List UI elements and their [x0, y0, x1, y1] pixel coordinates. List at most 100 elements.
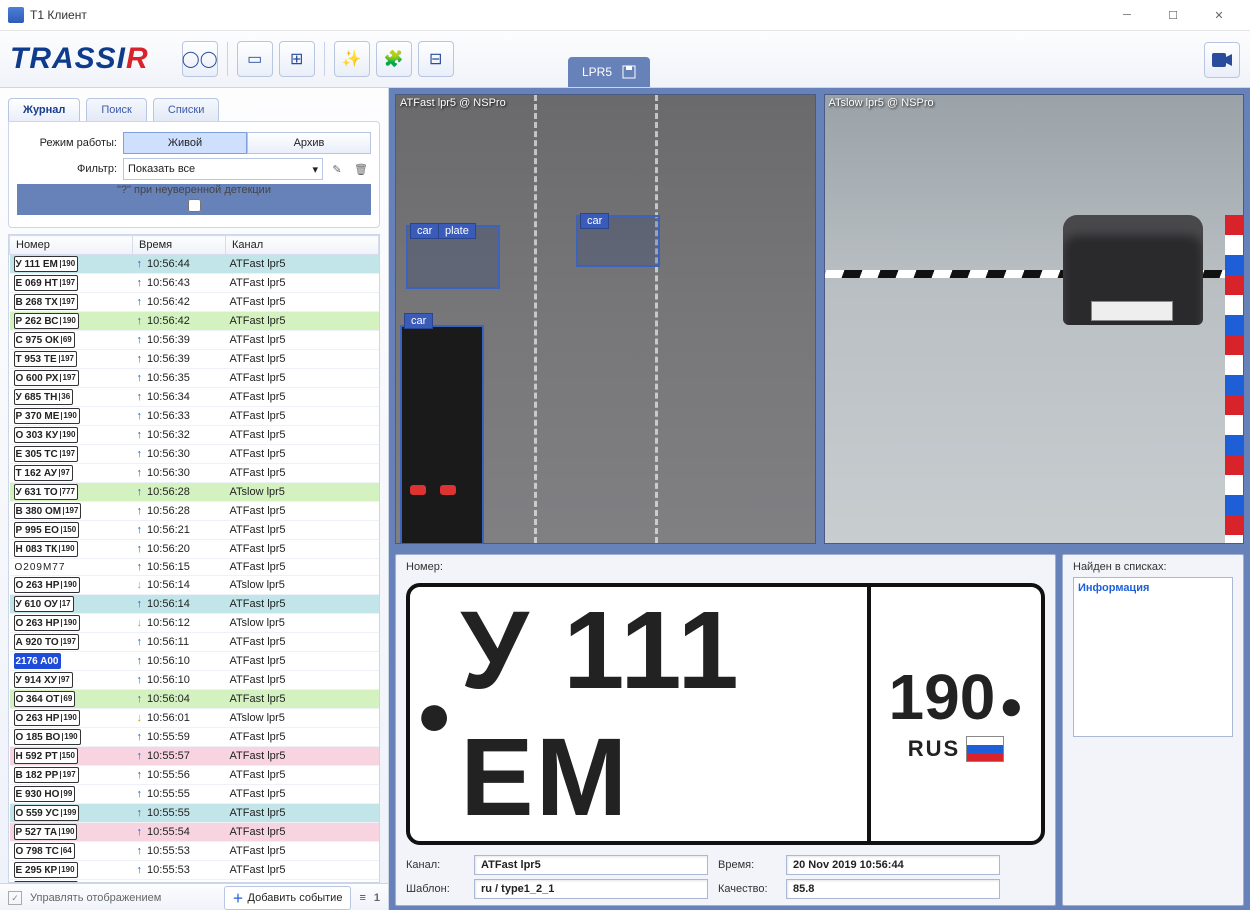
video-right[interactable]: ATslow lpr5 @ NSPro	[824, 94, 1245, 544]
table-row[interactable]: О 600 РХ197↑ 10:56:35ATFast lpr5	[10, 369, 379, 388]
meta-quality-value: 85.8	[786, 879, 1000, 899]
table-row[interactable]: О 263 НР190↓ 10:56:12ATslow lpr5	[10, 614, 379, 633]
camera-icon	[1212, 53, 1232, 67]
number-label: Номер:	[406, 561, 1045, 573]
controls-panel: Режим работы: Живой Архив Фильтр: Показа…	[8, 121, 380, 228]
filter-value: Показать все	[128, 163, 195, 175]
table-row[interactable]: О 559 УС199↑ 10:55:55ATFast lpr5	[10, 804, 379, 823]
minimize-button[interactable]: ─	[1104, 0, 1150, 30]
plugin-button[interactable]: 🧩	[376, 41, 412, 77]
main-toolbar: TRASSIR ◯◯ ▭ ⊞ ✨ 🧩 ⊟ LPR5	[0, 31, 1250, 88]
label-car: car	[404, 313, 433, 329]
filter-select[interactable]: Показать все ▾	[123, 158, 323, 180]
plate-region: 190	[889, 661, 996, 733]
label-plate: plate	[438, 223, 476, 239]
module-tab-label: LPR5	[582, 65, 612, 79]
plate-main: У 111 ЕМ	[460, 587, 867, 841]
left-footer: ✓ Управлять отображением ＋ Добавить собы…	[0, 883, 388, 910]
mode-archive-button[interactable]: Архив	[247, 132, 371, 154]
table-row[interactable]: У 111 ЕМ190↑ 10:56:44ATFast lpr5	[10, 255, 379, 274]
table-row[interactable]: С 975 ОК69↑ 10:56:39ATFast lpr5	[10, 331, 379, 350]
mode-live-button[interactable]: Живой	[123, 132, 247, 154]
table-row[interactable]: О 263 НР190↓ 10:56:14ATslow lpr5	[10, 576, 379, 595]
table-row[interactable]: Т 953 ТЕ197↑ 10:56:39ATFast lpr5	[10, 350, 379, 369]
left-panel: Журнал Поиск Списки Режим работы: Живой …	[0, 88, 389, 910]
info-link[interactable]: Информация	[1078, 582, 1149, 594]
table-row[interactable]: В 380 ОМ197↑ 10:56:28ATFast lpr5	[10, 502, 379, 521]
titlebar: Т1 Клиент ─ ☐ ✕	[0, 0, 1250, 31]
table-row[interactable]: Н 592 РТ150↑ 10:55:57ATFast lpr5	[10, 747, 379, 766]
chevron-down-icon: ▾	[312, 163, 318, 176]
detail-panel: Номер: ●У 111 ЕМ 190● RUS Канал: ATFast l…	[395, 554, 1056, 906]
table-row[interactable]: Р 370 МЕ190↑ 10:56:33ATFast lpr5	[10, 407, 379, 426]
table-row[interactable]: О 364 ОТ69↑ 10:56:04ATFast lpr5	[10, 690, 379, 709]
footer-count: 1	[374, 892, 380, 904]
tab-search[interactable]: Поиск	[86, 98, 146, 121]
table-row[interactable]: Н 083 ТК190↑ 10:56:20ATFast lpr5	[10, 540, 379, 559]
module-tab[interactable]: LPR5	[568, 57, 650, 87]
add-event-button[interactable]: ＋ Добавить событие	[224, 886, 352, 910]
app-icon	[8, 7, 24, 23]
manage-label: Управлять отображением	[30, 892, 161, 904]
edit-filter-button[interactable]: ✎	[327, 159, 347, 179]
table-row[interactable]: О 303 КУ190↑ 10:56:32ATFast lpr5	[10, 426, 379, 445]
record-button[interactable]: ◯◯	[182, 41, 218, 77]
close-button[interactable]: ✕	[1196, 0, 1242, 30]
events-table[interactable]: Номер Время Канал У 111 ЕМ190↑ 10:56:44A…	[8, 234, 380, 883]
plate-rus: RUS	[908, 736, 960, 762]
plus-icon: ＋	[233, 890, 244, 906]
camera-button[interactable]	[1204, 42, 1240, 78]
tree-button[interactable]: ⊞	[279, 41, 315, 77]
table-row[interactable]: Т 162 АУ97↑ 10:56:30ATFast lpr5	[10, 464, 379, 483]
table-row[interactable]: У 610 ОУ17↑ 10:56:14ATFast lpr5	[10, 595, 379, 614]
table-row[interactable]: Е 069 НТ197↑ 10:56:43ATFast lpr5	[10, 274, 379, 293]
table-row[interactable]: Е 305 ТС197↑ 10:56:30ATFast lpr5	[10, 445, 379, 464]
mode-label: Режим работы:	[17, 137, 117, 149]
col-time[interactable]: Время	[133, 236, 226, 255]
table-row[interactable]: Е 295 КР190↑ 10:55:53ATFast lpr5	[10, 861, 379, 880]
filter-label: Фильтр:	[17, 163, 117, 175]
table-row[interactable]: О 185 ВО190↑ 10:55:59ATFast lpr5	[10, 728, 379, 747]
table-row[interactable]: А 920 ТО197↑ 10:56:11ATFast lpr5	[10, 633, 379, 652]
meta-template-label: Шаблон:	[406, 883, 468, 895]
meta-channel-value: ATFast lpr5	[474, 855, 708, 875]
table-row[interactable]: Р 527 ТА190↑ 10:55:54ATFast lpr5	[10, 823, 379, 842]
delete-filter-button[interactable]: 🗑	[351, 159, 371, 179]
big-plate: ●У 111 ЕМ 190● RUS	[406, 583, 1045, 845]
layout-button[interactable]: ⊟	[418, 41, 454, 77]
table-row[interactable]: Е 930 НО99↑ 10:55:55ATFast lpr5	[10, 785, 379, 804]
meta-quality-label: Качество:	[718, 883, 780, 895]
tab-journal[interactable]: Журнал	[8, 98, 80, 121]
right-panel: ATFast lpr5 @ NSPro car plate car car AT…	[389, 88, 1250, 910]
chat-button[interactable]: ▭	[237, 41, 273, 77]
table-row[interactable]: В 182 РР197↑ 10:55:56ATFast lpr5	[10, 766, 379, 785]
meta-time-label: Время:	[718, 859, 780, 871]
manage-checkbox[interactable]: ✓	[8, 891, 22, 905]
meta-channel-label: Канал:	[406, 859, 468, 871]
maximize-button[interactable]: ☐	[1150, 0, 1196, 30]
label-car: car	[580, 213, 609, 229]
flag-icon	[966, 736, 1004, 762]
table-row[interactable]: В 268 ТХ197↑ 10:56:42ATFast lpr5	[10, 293, 379, 312]
table-row[interactable]: О 263 НР190↓ 10:56:01ATslow lpr5	[10, 709, 379, 728]
label-car: car	[410, 223, 439, 239]
save-icon	[622, 65, 636, 79]
meta-time-value: 20 Nov 2019 10:56:44	[786, 855, 1000, 875]
table-row[interactable]: Р 262 ВС190↑ 10:56:42ATFast lpr5	[10, 312, 379, 331]
table-row[interactable]: У 685 ТН36↑ 10:56:34ATFast lpr5	[10, 388, 379, 407]
uncertain-checkbox[interactable]	[188, 199, 201, 212]
table-row[interactable]: У 631 ТО777↑ 10:56:28ATslow lpr5	[10, 483, 379, 502]
table-row[interactable]: Р 995 ЕО150↑ 10:56:21ATFast lpr5	[10, 521, 379, 540]
window-title: Т1 Клиент	[30, 8, 1104, 22]
col-number[interactable]: Номер	[10, 236, 133, 255]
uncertain-label: "?" при неуверенной детекции	[117, 184, 271, 196]
video-left-title: ATFast lpr5 @ NSPro	[400, 97, 506, 109]
table-row[interactable]: О 798 ТС64↑ 10:55:53ATFast lpr5	[10, 842, 379, 861]
tab-lists[interactable]: Списки	[153, 98, 220, 121]
wand-button[interactable]: ✨	[334, 41, 370, 77]
col-channel[interactable]: Канал	[226, 236, 379, 255]
table-row[interactable]: O209M77↑ 10:56:15ATFast lpr5	[10, 559, 379, 576]
table-row[interactable]: У 914 ХУ97↑ 10:56:10ATFast lpr5	[10, 671, 379, 690]
video-left[interactable]: ATFast lpr5 @ NSPro car plate car car	[395, 94, 816, 544]
table-row[interactable]: 2176 A00↑ 10:56:10ATFast lpr5	[10, 652, 379, 671]
